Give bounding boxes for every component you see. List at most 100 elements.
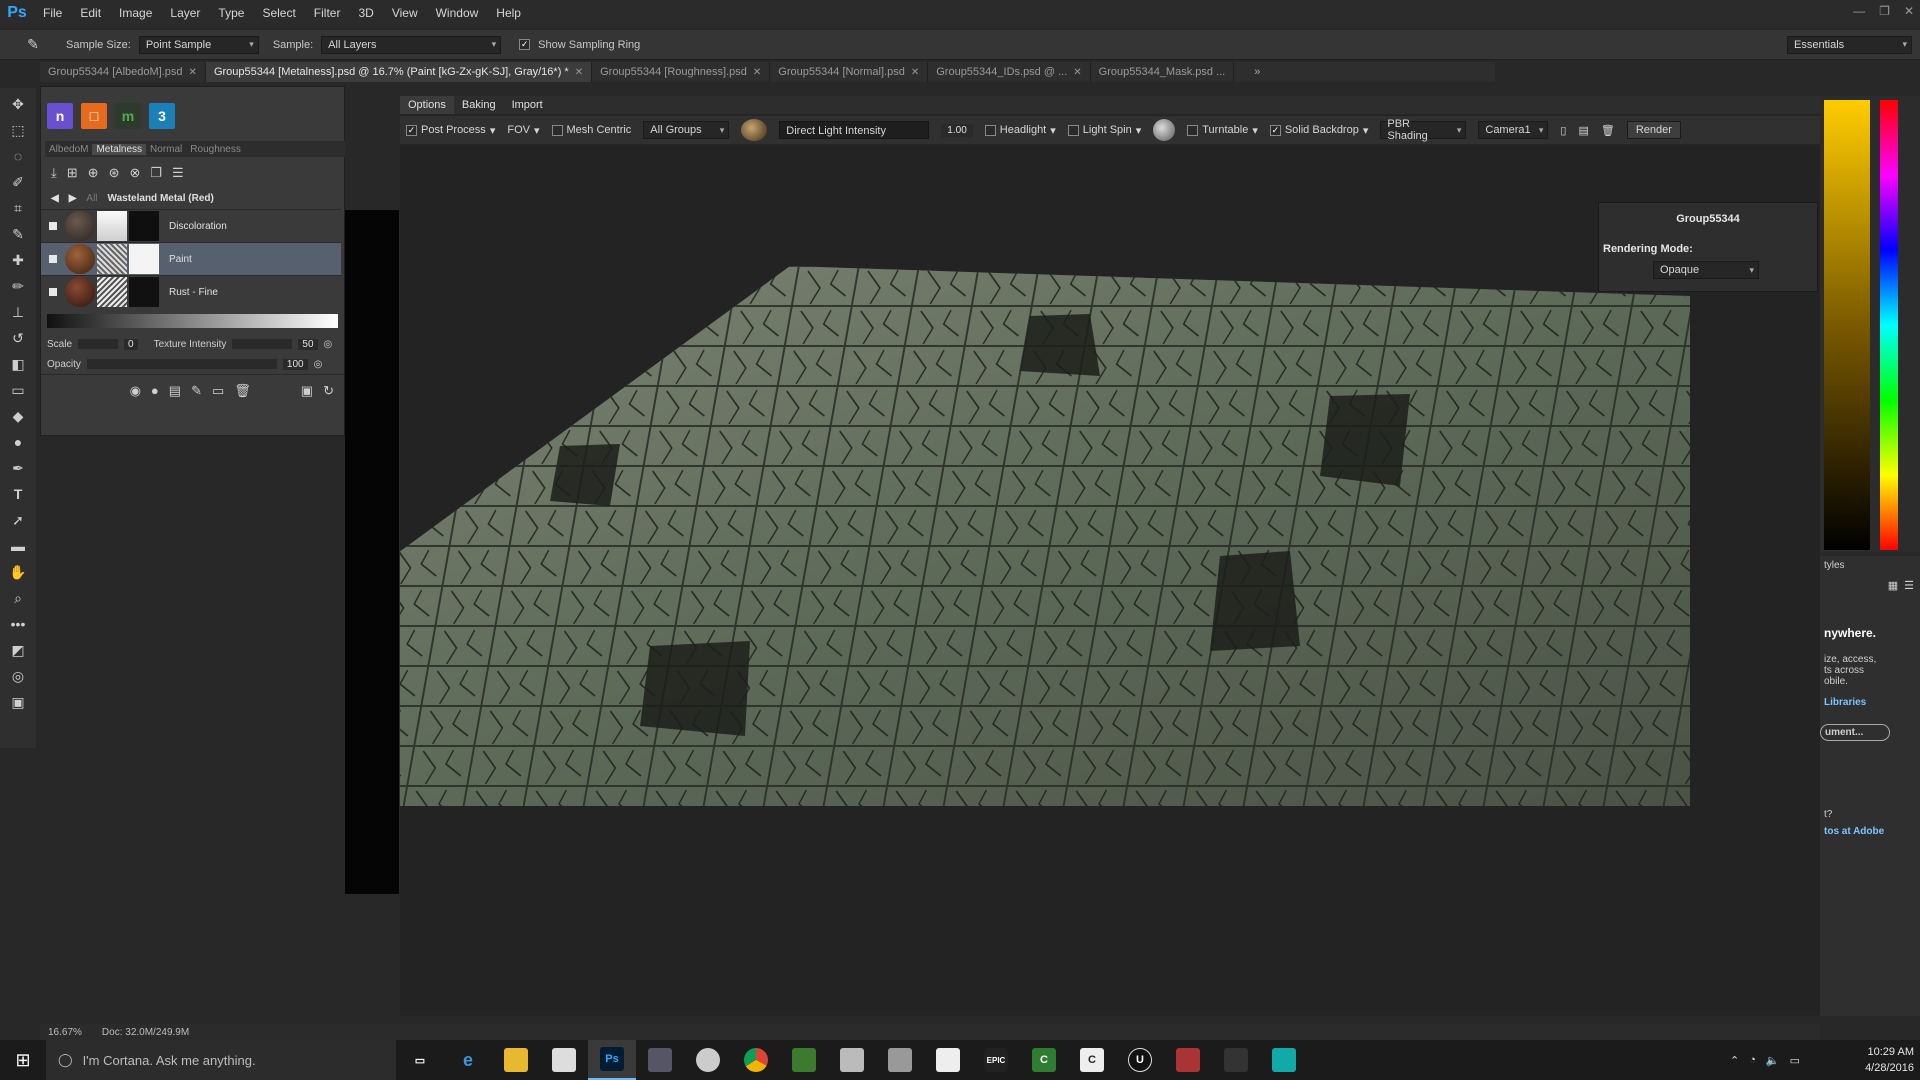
libraries-link[interactable]: Libraries bbox=[1820, 687, 1920, 708]
material-nav-all[interactable]: All bbox=[86, 193, 97, 204]
epic-icon[interactable]: EPIC bbox=[972, 1040, 1020, 1080]
menu-3d[interactable]: 3D bbox=[349, 0, 382, 26]
app-icon[interactable] bbox=[1260, 1040, 1308, 1080]
mesh-centric-checkbox[interactable] bbox=[551, 124, 563, 136]
hand-tool-icon[interactable]: ✋ bbox=[7, 562, 29, 582]
quick-select-tool-icon[interactable]: ✐ bbox=[7, 172, 29, 192]
export-icon[interactable]: ⤓ bbox=[51, 165, 57, 180]
notification-icon[interactable]: ▭ bbox=[1790, 1054, 1800, 1067]
3d-viewport[interactable]: Group55344 Rendering Mode: Opaque bbox=[400, 146, 1820, 1010]
grid-view-icon[interactable]: ▦ bbox=[1888, 579, 1898, 592]
paint-material-icon[interactable]: ⊗ bbox=[129, 165, 140, 180]
menu-select[interactable]: Select bbox=[253, 0, 304, 26]
cortana-search[interactable]: ◯ I'm Cortana. Ask me anything. bbox=[46, 1040, 396, 1080]
minimize-icon[interactable]: — bbox=[1853, 4, 1865, 18]
sample-size-dropdown[interactable]: Point Sample bbox=[138, 35, 259, 54]
save-icon[interactable]: ▣ bbox=[301, 383, 313, 399]
edge-icon[interactable]: e bbox=[444, 1040, 492, 1080]
chrome-icon[interactable] bbox=[732, 1040, 780, 1080]
add-mask-icon[interactable]: ◉ bbox=[130, 383, 141, 399]
headlight-label[interactable]: Headlight bbox=[1000, 124, 1046, 136]
new-doc-icon[interactable]: ▯ bbox=[1560, 124, 1566, 137]
refresh-icon[interactable]: ↻ bbox=[323, 383, 334, 399]
itunes-icon[interactable] bbox=[684, 1040, 732, 1080]
menu-help[interactable]: Help bbox=[487, 0, 530, 26]
render-button[interactable]: Render bbox=[1626, 121, 1681, 139]
scale-value[interactable]: 0 bbox=[124, 338, 138, 350]
dodge-tool-icon[interactable]: ● bbox=[7, 432, 29, 452]
search-material-icon[interactable]: ⊛ bbox=[109, 165, 120, 180]
ndo-icon[interactable]: n bbox=[47, 103, 73, 129]
pen-tool-icon[interactable]: ✒ bbox=[7, 458, 29, 478]
brush-tool-icon[interactable]: ✏ bbox=[7, 276, 29, 296]
color-swatch-icon[interactable]: ◩ bbox=[7, 640, 29, 660]
close-icon[interactable]: ✕ bbox=[1904, 4, 1914, 18]
new-layer-icon[interactable]: ▤ bbox=[169, 383, 181, 399]
styles-tab[interactable]: tyles bbox=[1820, 556, 1920, 571]
gradient-tool-icon[interactable]: ▭ bbox=[7, 380, 29, 400]
headlight-checkbox[interactable] bbox=[984, 124, 996, 136]
texture-intensity-value[interactable]: 50 bbox=[298, 338, 318, 350]
type-tool-icon[interactable]: T bbox=[7, 484, 29, 504]
stamp-tool-icon[interactable]: ⊥ bbox=[7, 302, 29, 322]
app-icon[interactable] bbox=[876, 1040, 924, 1080]
reset-icon[interactable]: ◎ bbox=[314, 359, 323, 370]
turntable-label[interactable]: Turntable bbox=[1202, 124, 1248, 136]
add-sphere-icon[interactable]: ● bbox=[151, 383, 159, 399]
turntable-checkbox[interactable] bbox=[1187, 124, 1199, 136]
color-field[interactable] bbox=[1824, 100, 1870, 550]
app-icon[interactable] bbox=[828, 1040, 876, 1080]
eyedropper-tool-icon[interactable]: ✎ bbox=[7, 224, 29, 244]
tab-import[interactable]: Import bbox=[504, 96, 551, 114]
texture-intensity-slider[interactable] bbox=[232, 339, 293, 349]
app-icon[interactable]: C bbox=[1020, 1040, 1068, 1080]
layer-discoloration[interactable]: Discoloration bbox=[41, 209, 341, 242]
light-spin-checkbox[interactable] bbox=[1067, 124, 1079, 136]
network-icon[interactable]: ◔ bbox=[1749, 1054, 1756, 1066]
folder-icon[interactable]: ▭ bbox=[212, 383, 224, 399]
list-view-icon[interactable]: ☰ bbox=[1904, 579, 1914, 592]
menu-type[interactable]: Type bbox=[209, 0, 253, 26]
sampling-ring-checkbox[interactable]: ✓ bbox=[519, 39, 531, 50]
restore-icon[interactable]: ❐ bbox=[1879, 4, 1890, 18]
tab-baking[interactable]: Baking bbox=[454, 96, 504, 114]
app-icon[interactable] bbox=[636, 1040, 684, 1080]
windows-start-icon[interactable]: ⊞ bbox=[0, 1040, 46, 1080]
photos-icon[interactable] bbox=[924, 1040, 972, 1080]
copy-icon[interactable]: ❐ bbox=[150, 165, 162, 180]
solid-backdrop-checkbox[interactable]: ✓ bbox=[1269, 124, 1281, 136]
crop-tool-icon[interactable]: ⌗ bbox=[7, 198, 29, 218]
create-document-button[interactable]: ument... bbox=[1820, 724, 1890, 741]
path-select-icon[interactable]: ➚ bbox=[7, 510, 29, 530]
adobe-stock-link[interactable]: tos at Adobe bbox=[1820, 820, 1920, 837]
layer-rust-fine[interactable]: Rust - Fine bbox=[41, 275, 341, 308]
doc-tab-mask[interactable]: Group55344_Mask.psd ... bbox=[1091, 62, 1235, 82]
map-tab-normal[interactable]: Normal bbox=[146, 144, 186, 155]
hue-slider[interactable] bbox=[1880, 100, 1898, 550]
ddo-icon[interactable]: □ bbox=[81, 103, 107, 129]
app-icon[interactable] bbox=[1164, 1040, 1212, 1080]
back-icon[interactable]: ◀ bbox=[51, 193, 59, 204]
file-explorer-icon[interactable] bbox=[492, 1040, 540, 1080]
app-icon[interactable] bbox=[780, 1040, 828, 1080]
light-intensity-field[interactable]: Direct Light Intensity bbox=[779, 121, 930, 139]
light-intensity-value[interactable]: 1.00 bbox=[941, 123, 973, 137]
fov-label[interactable]: FOV bbox=[507, 124, 530, 136]
menu-filter[interactable]: Filter bbox=[305, 0, 350, 26]
menu-view[interactable]: View bbox=[383, 0, 427, 26]
delete-icon[interactable]: 🗑 bbox=[1601, 124, 1615, 137]
more-tools-icon[interactable]: ••• bbox=[7, 614, 29, 634]
lasso-tool-icon[interactable]: ◌ bbox=[7, 146, 29, 166]
new-material-icon[interactable]: ⊞ bbox=[67, 165, 78, 180]
save-icon[interactable]: ▤ bbox=[1578, 124, 1588, 137]
delete-icon[interactable]: 🗑 bbox=[234, 383, 251, 399]
photoshop-taskbar-icon[interactable]: Ps bbox=[588, 1040, 636, 1080]
light-spin-label[interactable]: Light Spin bbox=[1083, 124, 1132, 136]
close-icon[interactable]: ✕ bbox=[753, 67, 761, 78]
screen-mode-icon[interactable]: ▣ bbox=[7, 692, 29, 712]
doc-tab-albedom[interactable]: Group55344 [AlbedoM].psd ✕ bbox=[40, 62, 206, 82]
doc-tab-ids[interactable]: Group55344_IDs.psd @ ... ✕ bbox=[928, 62, 1091, 82]
tabs-overflow-icon[interactable]: » bbox=[1254, 66, 1260, 78]
move-tool-icon[interactable]: ✥ bbox=[7, 94, 29, 114]
sample-dropdown[interactable]: All Layers bbox=[321, 35, 502, 54]
